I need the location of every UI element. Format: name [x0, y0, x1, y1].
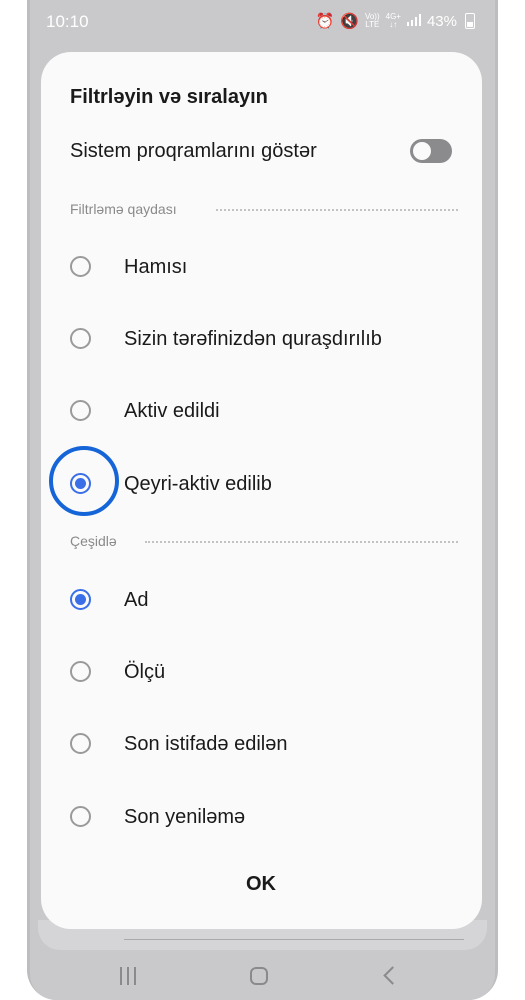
- radio-button[interactable]: [70, 806, 91, 827]
- radio-button[interactable]: [70, 733, 91, 754]
- background-divider: [124, 939, 464, 940]
- section-divider: [216, 209, 458, 211]
- sort-option-name[interactable]: Ad: [70, 573, 460, 629]
- sort-option-size[interactable]: Ölçü: [70, 645, 460, 701]
- status-time: 10:10: [46, 12, 89, 31]
- filter-section-header: Filtrləmə qaydası: [70, 201, 458, 221]
- filter-section-label: Filtrləmə qaydası: [70, 201, 183, 217]
- back-button[interactable]: [372, 961, 412, 991]
- filter-option-all[interactable]: Hamısı: [70, 240, 460, 296]
- filter-option-label: Aktiv edildi: [124, 400, 220, 422]
- show-system-apps-toggle[interactable]: [410, 139, 452, 163]
- volte-icon: Vo)) LTE: [364, 12, 380, 29]
- filter-option-label: Sizin tərəfinizdən quraşdırılıb: [124, 328, 382, 350]
- ok-button[interactable]: OK: [211, 864, 311, 904]
- radio-button[interactable]: [70, 661, 91, 682]
- alarm-icon: ⏰: [315, 13, 335, 30]
- filter-option-label: Hamısı: [124, 256, 188, 278]
- back-icon: [383, 966, 402, 985]
- radio-button[interactable]: [70, 256, 91, 277]
- toggle-knob: [413, 142, 431, 160]
- radio-button[interactable]: [70, 400, 91, 421]
- filter-option-disabled[interactable]: Qeyri-aktiv edilib: [70, 457, 460, 513]
- battery-icon: [465, 13, 475, 29]
- radio-button[interactable]: [70, 328, 91, 349]
- sort-option-last-used[interactable]: Son istifadə edilən: [70, 717, 460, 773]
- dialog-title: Filtrləyin və sıralayın: [70, 86, 268, 108]
- section-divider: [145, 541, 458, 543]
- show-system-apps-row[interactable]: Sistem proqramlarını göstər: [70, 138, 453, 168]
- signal-icon: [406, 13, 421, 30]
- filter-option-label: Qeyri-aktiv edilib: [124, 473, 272, 495]
- home-button[interactable]: [240, 961, 280, 991]
- navigation-bar: [30, 955, 495, 1000]
- radio-button-selected[interactable]: [70, 589, 91, 610]
- mute-icon: 🔇: [340, 13, 359, 30]
- sort-section-label: Çeşidlə: [70, 533, 123, 549]
- sort-option-label: Ölçü: [124, 661, 166, 683]
- status-icons: ⏰ 🔇 Vo)) LTE 4G+ ↓↑ 43%: [316, 12, 475, 30]
- recent-apps-icon: [120, 967, 122, 985]
- sort-option-label: Son istifadə edilən: [124, 733, 288, 755]
- show-system-apps-label: Sistem proqramlarını göstər: [70, 140, 317, 162]
- recent-apps-button[interactable]: [108, 961, 148, 991]
- battery-percent: 43%: [426, 12, 457, 30]
- filter-option-enabled[interactable]: Aktiv edildi: [70, 384, 460, 440]
- sort-section-header: Çeşidlə: [70, 533, 458, 553]
- sort-option-label: Ad: [124, 589, 149, 611]
- radio-button-selected[interactable]: [70, 473, 91, 494]
- sort-option-label: Son yeniləmə: [124, 806, 246, 828]
- sort-option-last-updated[interactable]: Son yeniləmə: [70, 790, 460, 846]
- status-bar: 10:10 ⏰ 🔇 Vo)) LTE 4G+ ↓↑ 43%: [30, 0, 495, 44]
- filter-option-installed-by-you[interactable]: Sizin tərəfinizdən quraşdırılıb: [70, 312, 460, 368]
- network-type-icon: 4G+ ↓↑: [385, 12, 401, 29]
- filter-sort-dialog: Filtrləyin və sıralayın Sistem proqramla…: [41, 52, 482, 929]
- home-icon: [250, 967, 268, 985]
